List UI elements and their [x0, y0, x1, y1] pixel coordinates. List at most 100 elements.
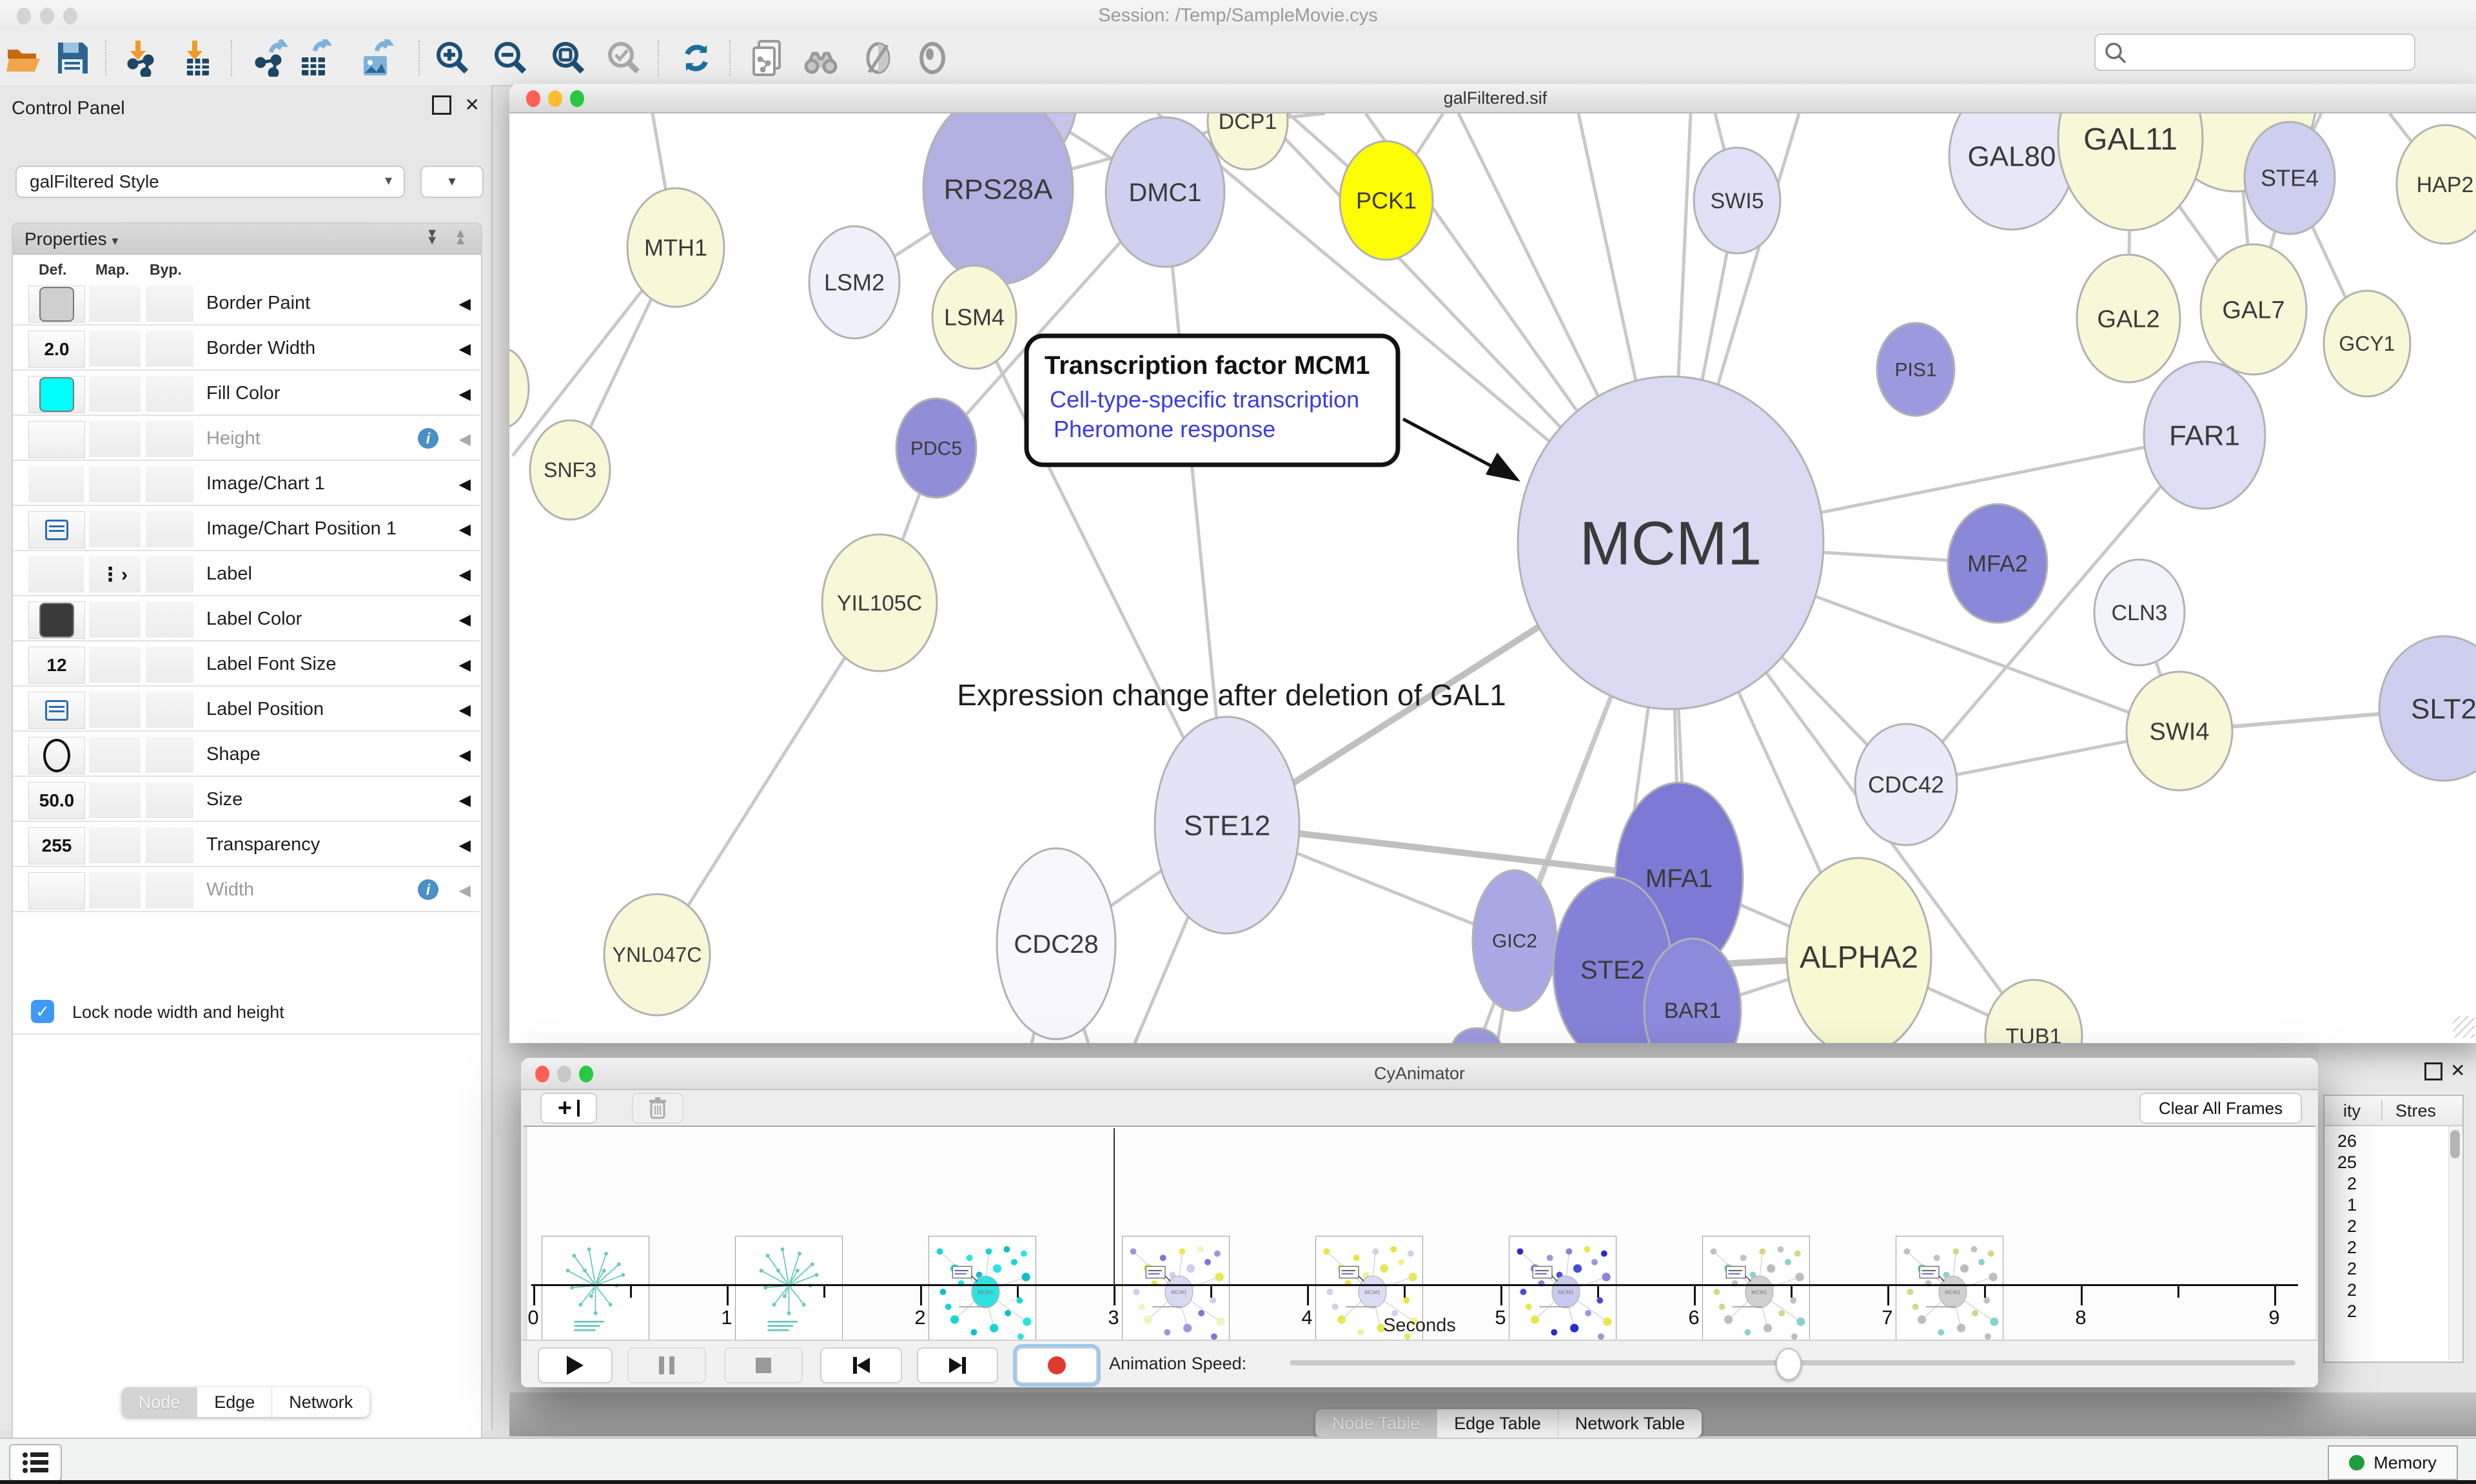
stop-button[interactable] — [724, 1347, 803, 1383]
default-value-cell[interactable]: 255 — [28, 827, 85, 864]
animation-speed-thumb[interactable] — [1776, 1348, 1802, 1380]
default-value-cell[interactable] — [28, 737, 85, 774]
default-value-cell[interactable] — [28, 556, 84, 592]
import-table-button[interactable] — [178, 39, 217, 77]
add-frame-button[interactable]: + — [540, 1093, 597, 1124]
column-centrality[interactable]: ity — [2343, 1101, 2361, 1121]
annotation-link[interactable]: Cell-type-specific transcription — [1050, 386, 1359, 413]
network-node-gal7[interactable]: GAL7 — [2201, 244, 2306, 375]
default-value-cell[interactable] — [28, 421, 85, 458]
timeline-playhead[interactable] — [1114, 1128, 1115, 1284]
network-node-gal2[interactable]: GAL2 — [2077, 255, 2180, 382]
collapse-arrow-icon[interactable]: ◀ — [459, 746, 471, 765]
network-node-alpha2[interactable]: ALPHA2 — [1787, 858, 1931, 1043]
network-node-slt2[interactable]: SLT2 — [2379, 636, 2476, 781]
task-history-button[interactable] — [9, 1444, 62, 1481]
info-icon[interactable]: i — [418, 428, 438, 449]
annotation-link[interactable]: Pheromone response — [1054, 416, 1275, 442]
network-node-ste12[interactable]: STE12 — [1155, 717, 1299, 933]
collapse-arrow-icon[interactable]: ◀ — [459, 701, 471, 719]
default-value-cell[interactable] — [28, 286, 85, 323]
default-value-cell[interactable] — [28, 376, 85, 413]
network-node-cdc28[interactable]: CDC28 — [997, 848, 1115, 1039]
pause-button[interactable] — [627, 1347, 706, 1383]
zoom-in-button[interactable] — [433, 39, 472, 77]
bypass-cell[interactable] — [146, 647, 193, 683]
zoom-selected-button[interactable] — [605, 39, 644, 77]
network-node-hap2[interactable]: HAP2 — [2397, 125, 2476, 244]
network-node-yil105c[interactable]: YIL105C — [822, 534, 937, 671]
lock-checkbox[interactable]: ✓ — [31, 1000, 54, 1023]
network-node-lsm4[interactable]: LSM4 — [932, 266, 1016, 369]
network-node-far1[interactable]: FAR1 — [2144, 362, 2265, 509]
memory-button[interactable]: Memory — [2328, 1445, 2458, 1480]
default-value-cell[interactable] — [28, 466, 84, 502]
collapse-arrow-icon[interactable]: ◀ — [459, 565, 471, 584]
collapse-arrow-icon[interactable]: ◀ — [459, 340, 471, 358]
collapse-arrow-icon[interactable]: ◀ — [459, 836, 471, 855]
network-node-gic2[interactable]: GIC2 — [1473, 870, 1557, 1011]
search-network-icon[interactable] — [801, 39, 840, 77]
column-stress[interactable]: Stres — [2395, 1101, 2436, 1121]
bypass-cell[interactable] — [146, 331, 193, 367]
network-node-ynl047c[interactable]: YNL047C — [604, 894, 710, 1015]
mapping-cell[interactable] — [89, 466, 141, 502]
close-panel-icon[interactable]: ✕ — [465, 94, 480, 115]
default-value-cell[interactable]: 2.0 — [28, 331, 85, 368]
style-options-button[interactable]: ▾ — [420, 166, 484, 198]
mapping-cell[interactable] — [89, 376, 141, 412]
collapse-all-icon[interactable]: ▲▲ — [454, 230, 467, 244]
tab-edge-table[interactable]: Edge Table — [1437, 1409, 1558, 1438]
mapping-cell[interactable] — [89, 827, 141, 863]
bypass-cell[interactable] — [146, 692, 193, 728]
bypass-cell[interactable] — [146, 601, 193, 638]
network-node-mth1[interactable]: MTH1 — [627, 188, 724, 307]
network-node-cdc42[interactable]: CDC42 — [1855, 724, 1957, 845]
collapse-arrow-icon[interactable]: ◀ — [459, 791, 471, 810]
open-file-button[interactable] — [5, 39, 44, 77]
collapse-arrow-icon[interactable]: ◀ — [459, 610, 471, 629]
network-node-rps28a[interactable]: RPS28A — [923, 113, 1073, 284]
tab-network-table[interactable]: Network Table — [1558, 1409, 1702, 1438]
mapping-cell[interactable] — [89, 511, 141, 547]
mapping-cell[interactable] — [89, 331, 141, 367]
float-table-panel-icon[interactable] — [2424, 1062, 2442, 1080]
network-node-mfa2[interactable]: MFA2 — [1948, 504, 2047, 623]
tab-network[interactable]: Network — [272, 1387, 369, 1417]
default-value-cell[interactable] — [28, 692, 85, 729]
delete-frame-button[interactable] — [632, 1093, 683, 1124]
default-value-cell[interactable] — [28, 601, 85, 639]
network-node-snf3[interactable]: SNF3 — [530, 420, 610, 520]
export-image-button[interactable] — [356, 39, 395, 77]
collapse-arrow-icon[interactable]: ◀ — [459, 475, 471, 494]
network-node-pis1[interactable]: PIS1 — [1877, 323, 1954, 416]
zoom-out-button[interactable] — [491, 39, 530, 77]
info-icon[interactable]: i — [418, 879, 438, 900]
resize-grip[interactable] — [2453, 1016, 2475, 1038]
hide-selection-icon[interactable] — [859, 39, 898, 77]
bypass-cell[interactable] — [146, 556, 193, 592]
network-node-cln3[interactable]: CLN3 — [2094, 560, 2185, 665]
timeline[interactable]: MCM1MCM1MCM1MCM1MCM1MCM1 Seconds 0123456… — [524, 1126, 2315, 1341]
bypass-cell[interactable] — [146, 376, 193, 412]
collapse-arrow-icon[interactable]: ◀ — [459, 430, 471, 449]
network-canvas[interactable]: DCP1RPS28ADMC1PCK1SWI5GAL80GAL11STE4HAP2… — [509, 113, 2476, 1043]
collapse-arrow-icon[interactable]: ◀ — [459, 520, 471, 539]
record-button[interactable] — [1016, 1347, 1097, 1383]
network-node-gal11[interactable]: GAL11 — [2058, 113, 2203, 230]
mapping-cell[interactable] — [89, 782, 141, 818]
expand-all-icon[interactable]: ▼▼ — [426, 230, 438, 244]
network-node-mcm1[interactable]: MCM1 — [1518, 376, 1823, 709]
mapping-cell[interactable] — [89, 647, 141, 683]
skip-end-button[interactable] — [917, 1347, 998, 1383]
network-node[interactable] — [509, 348, 529, 428]
import-network-button[interactable] — [121, 39, 160, 77]
bypass-cell[interactable] — [146, 466, 193, 502]
default-value-cell[interactable] — [28, 511, 85, 549]
collapse-arrow-icon[interactable]: ◀ — [459, 295, 471, 313]
global-search[interactable] — [2094, 34, 2415, 71]
bypass-cell[interactable] — [146, 782, 193, 818]
clear-all-frames-button[interactable]: Clear All Frames — [2139, 1093, 2302, 1124]
mapping-cell[interactable]: ⋮› — [89, 556, 141, 592]
network-node-gal80[interactable]: GAL80 — [1949, 113, 2074, 229]
